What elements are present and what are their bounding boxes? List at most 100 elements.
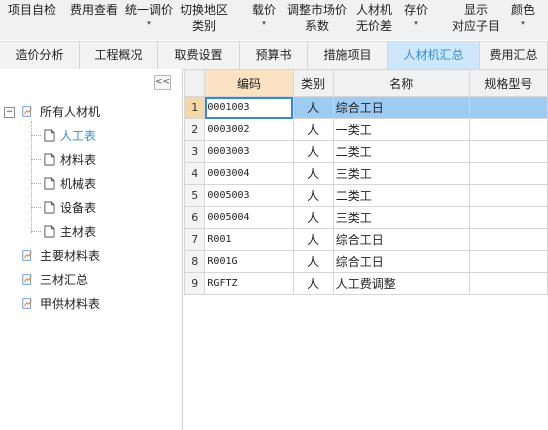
tree-node-label: 主材表 [60,225,97,239]
cell-name[interactable]: 一类工 [332,118,470,141]
tab-project-overview[interactable]: 工程概况 [80,42,158,69]
cell-code[interactable]: 0005004 [204,206,294,229]
cell-type[interactable]: 人 [292,184,334,207]
column-header-spec[interactable]: 规格型号 [468,69,548,97]
table-row[interactable]: 6 0005004 人三类工 [184,206,548,229]
row-number[interactable]: 9 [184,272,206,295]
cell-code[interactable]: 0003004 [204,162,294,185]
cell-code[interactable]: R001G [204,250,294,273]
tree-node-machinery[interactable]: 机械表 [44,174,96,194]
tree-node-label: 主要材料表 [40,249,101,263]
resource-grid: 编码 类别 名称 规格型号 1 0001003 人综合工日 2 0003002 人一类工 3… [184,69,548,430]
tree-node-label: 所有人材机 [40,105,101,119]
tree-node-equipment[interactable]: 设备表 [44,198,96,218]
column-header-name[interactable]: 名称 [332,69,470,97]
row-number-header[interactable] [184,69,206,97]
cell-spec[interactable] [468,162,548,185]
load-price-label: 载价 [252,3,277,17]
cell-code[interactable]: 0005003 [204,184,294,207]
tab-measures[interactable]: 措施项目 [308,42,388,69]
cell-spec[interactable] [468,272,548,295]
cell-name[interactable]: 三类工 [332,162,470,185]
cell-spec[interactable] [468,140,548,163]
table-row[interactable]: 8 R001G 人综合工日 [184,250,548,273]
table-row[interactable]: 1 0001003 人综合工日 [184,96,548,119]
table-row[interactable]: 5 0005003 人二类工 [184,184,548,207]
no-price-diff-button[interactable]: 人材机 无价差 [356,2,392,34]
cell-spec[interactable] [468,184,548,207]
switch-region-button[interactable]: 切换地区 类别 [180,2,228,34]
tree-node-material[interactable]: 材料表 [44,150,96,170]
category-tree-panel: << − 所有人材机 人工表 材料表 机械表 设备表 主材表 主要材料表 三材汇… [0,69,183,430]
save-price-button[interactable]: 存价 ▾ [404,2,428,28]
cell-type[interactable]: 人 [292,206,334,229]
tab-fee-summary[interactable]: 费用汇总 [480,42,548,69]
column-header-code[interactable]: 编码 [204,69,294,97]
adjust-market-price-coef-button[interactable]: 调整市场价 系数 [287,2,347,34]
cell-type[interactable]: 人 [292,228,334,251]
tab-labor-material-machine-summary[interactable]: 人材机汇总 [388,42,480,69]
row-number[interactable]: 8 [184,250,206,273]
table-row[interactable]: 9 RGFTZ 人人工费调整 [184,272,548,295]
table-row[interactable]: 2 0003002 人一类工 [184,118,548,141]
cell-name[interactable]: 三类工 [332,206,470,229]
tree-collapse-toggle[interactable]: − [4,107,15,118]
cell-type[interactable]: 人 [292,96,334,119]
cell-type[interactable]: 人 [292,140,334,163]
cell-code[interactable]: R001 [204,228,294,251]
tree-node-owner-supplied[interactable]: 甲供材料表 [22,294,100,314]
cell-code[interactable]: 0003003 [204,140,294,163]
tree-node-labor[interactable]: 人工表 [44,126,96,146]
color-button[interactable]: 颜色 ▾ [511,2,535,28]
resource-table: 编码 类别 名称 规格型号 1 0001003 人综合工日 2 0003002 人一类工 3… [184,69,548,295]
tab-cost-analysis[interactable]: 造价分析 [0,42,80,69]
row-number[interactable]: 6 [184,206,206,229]
project-check-button[interactable]: 项目自检 [8,2,56,18]
table-row[interactable]: 7 R001 人综合工日 [184,228,548,251]
cell-code[interactable]: 0003002 [204,118,294,141]
tree-connector [31,183,41,184]
adjust-market-price-label: 调整市场价 [287,3,348,17]
cell-code[interactable]: 0001003 [204,96,294,119]
cell-spec[interactable] [468,206,548,229]
chevron-down-icon: ▾ [414,19,418,27]
row-number[interactable]: 5 [184,184,206,207]
cell-type[interactable]: 人 [292,272,334,295]
cell-name[interactable]: 综合工日 [332,250,470,273]
cell-name[interactable]: 二类工 [332,140,470,163]
cost-view-button[interactable]: 费用查看 [70,2,118,18]
row-number[interactable]: 3 [184,140,206,163]
load-price-button[interactable]: 载价 ▾ [252,2,276,28]
cell-type[interactable]: 人 [292,118,334,141]
table-row[interactable]: 3 0003003 人二类工 [184,140,548,163]
cell-type[interactable]: 人 [292,250,334,273]
cell-code[interactable]: RGFTZ [204,272,294,295]
column-header-type[interactable]: 类别 [292,69,334,97]
row-number[interactable]: 2 [184,118,206,141]
cell-type[interactable]: 人 [292,162,334,185]
row-number[interactable]: 1 [184,96,206,119]
cell-name[interactable]: 人工费调整 [332,272,470,295]
tree-node-main-material[interactable]: 主材表 [44,222,96,242]
cell-name[interactable]: 二类工 [332,184,470,207]
collapse-panel-button[interactable]: << [154,75,171,90]
tab-fee-settings[interactable]: 取费设置 [158,42,240,69]
tree-node-all[interactable]: 所有人材机 [22,102,100,122]
chevron-down-icon: ▾ [262,19,266,27]
cell-spec[interactable] [468,118,548,141]
show-sub-item-button[interactable]: 显示 对应子目 [452,2,500,34]
cell-spec[interactable] [468,250,548,273]
tree-node-key-materials[interactable]: 主要材料表 [22,246,100,266]
tree-node-three-materials[interactable]: 三材汇总 [22,270,88,290]
switch-region-label: 切换地区 [180,3,229,17]
tab-budget[interactable]: 预算书 [240,42,308,69]
unified-price-adjust-button[interactable]: 统一调价 ▾ [125,2,173,28]
cell-spec[interactable] [468,96,548,119]
cell-spec[interactable] [468,228,548,251]
cell-name[interactable]: 综合工日 [332,96,470,119]
cell-name[interactable]: 综合工日 [332,228,470,251]
color-label: 颜色 [511,3,536,17]
row-number[interactable]: 7 [184,228,206,251]
row-number[interactable]: 4 [184,162,206,185]
table-row[interactable]: 4 0003004 人三类工 [184,162,548,185]
